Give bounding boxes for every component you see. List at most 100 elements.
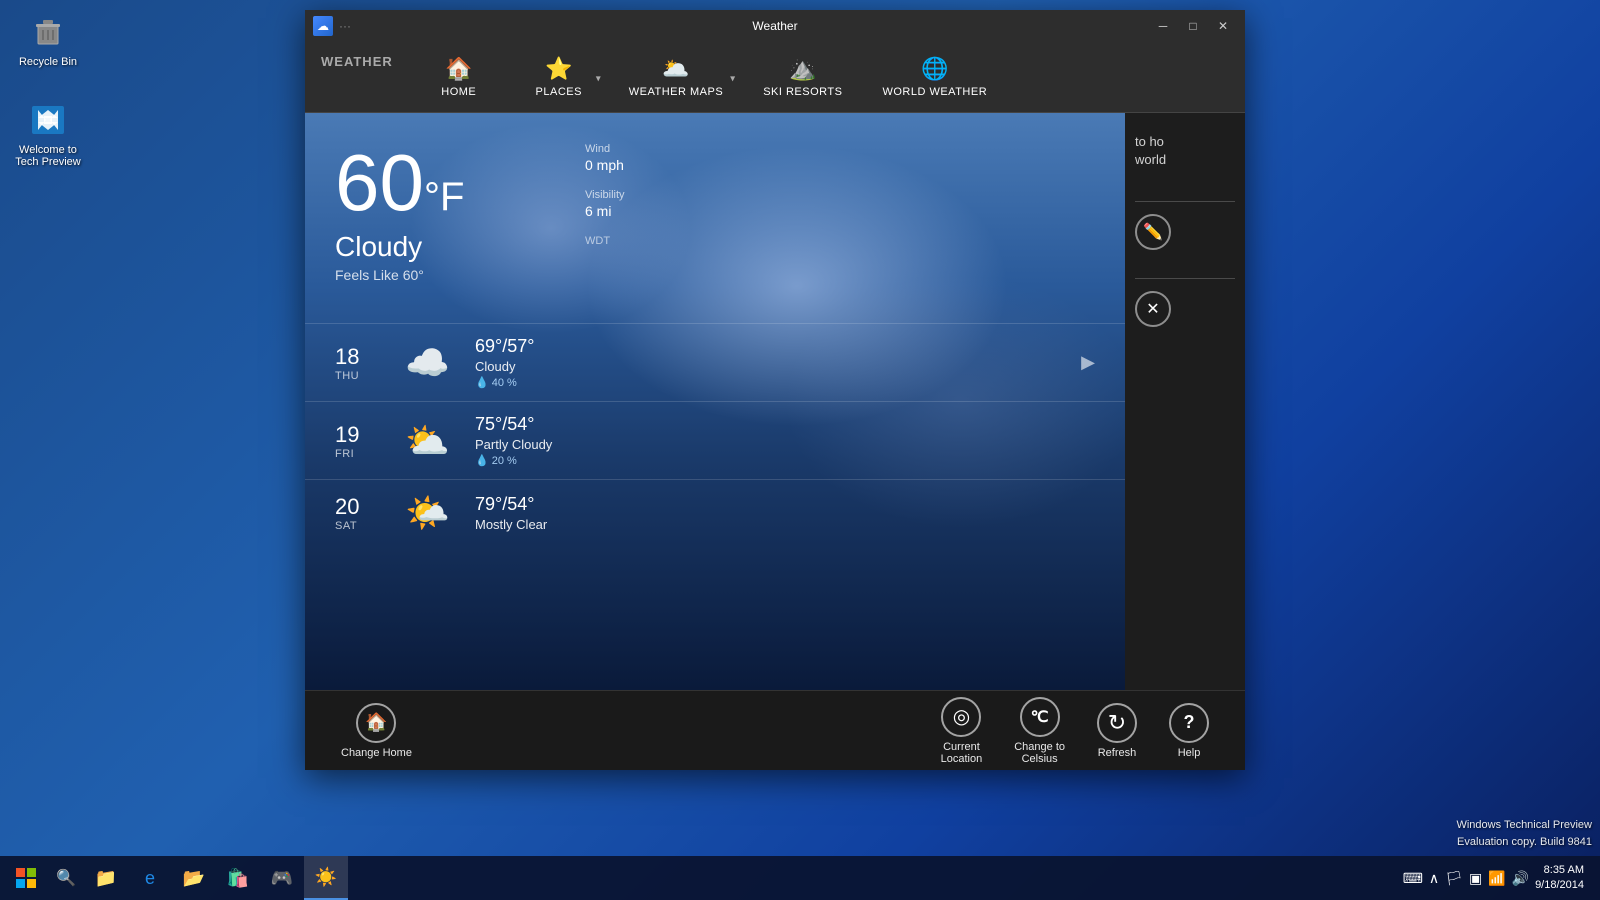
tab-home[interactable]: 🏠 HOME	[409, 46, 509, 112]
change-home-label: Change Home	[341, 747, 412, 759]
ski-resorts-icon: ⛰️	[789, 56, 816, 82]
side-panel: to howorld ✏️ ✕	[1125, 113, 1245, 690]
help-icon: ?	[1169, 703, 1209, 743]
monitor-icon: ▣	[1469, 870, 1482, 887]
visibility-detail: Visibility 6 mi	[585, 189, 625, 219]
close-side-icon: ✕	[1135, 291, 1171, 327]
forecast-temps-sat: 79°/54° Mostly Clear	[475, 494, 1095, 532]
day-num-sat: 20	[335, 494, 395, 520]
weather-source: WDT	[585, 235, 625, 247]
nav-bar: WEATHER 🏠 HOME ⭐ PLACES ▾ 🌥️ WEATHER MAP…	[305, 42, 1245, 113]
current-location-button[interactable]: ◎ CurrentLocation	[925, 697, 999, 765]
taskbar-file-explorer[interactable]: 📁	[84, 856, 128, 900]
temperature-unit: °F	[424, 175, 464, 219]
refresh-label: Refresh	[1098, 747, 1137, 759]
precip-thu: 💧 40 %	[475, 376, 1081, 389]
keyboard-icon: ⌨	[1403, 870, 1423, 887]
desktop-icon-welcome[interactable]: Welcome to Tech Preview	[8, 96, 88, 172]
ie-icon: e	[145, 868, 155, 889]
visibility-label: Visibility	[585, 189, 625, 201]
precip-fri: 💧 20 %	[475, 454, 1095, 467]
help-button[interactable]: ? Help	[1153, 703, 1225, 759]
taskbar-ie[interactable]: e	[128, 856, 172, 900]
store-icon: 🛍️	[227, 868, 249, 889]
tab-places[interactable]: ⭐ PLACES ▾	[509, 46, 609, 112]
condition-sat: Mostly Clear	[475, 517, 1095, 532]
weather-maps-dropdown-arrow: ▾	[730, 74, 735, 85]
taskbar-folder[interactable]: 📂	[172, 856, 216, 900]
temperature-display: 60°F	[335, 143, 1095, 223]
tab-world-weather[interactable]: 🌐 WORLD WEATHER	[862, 46, 1007, 112]
forecast-temps-fri: 75°/54° Partly Cloudy 💧 20 %	[475, 414, 1095, 467]
taskbar-games[interactable]: 🎮	[260, 856, 304, 900]
window-controls: ─ □ ✕	[1149, 16, 1237, 36]
refresh-button[interactable]: ↻ Refresh	[1081, 703, 1153, 759]
world-weather-icon: 🌐	[921, 56, 948, 82]
maximize-button[interactable]: □	[1179, 16, 1207, 36]
time-display: 8:35 AM 9/18/2014	[1535, 863, 1584, 894]
flag-icon: 🏳	[1445, 870, 1463, 887]
forecast-icon-sat: 🌤️	[405, 492, 465, 534]
tab-weather-maps[interactable]: 🌥️ WEATHER MAPS ▾	[609, 46, 743, 112]
taskbar-weather-app[interactable]: ☀️	[304, 856, 348, 900]
forecast-row-sat: 20 SAT 🌤️ 79°/54° Mostly Clear	[305, 479, 1125, 546]
change-home-button[interactable]: 🏠 Change Home	[325, 703, 428, 759]
current-weather: 60°F Cloudy Feels Like 60°	[305, 113, 1125, 303]
side-action-edit[interactable]: ✏️	[1135, 214, 1235, 250]
tab-ski-resorts-label: SKI RESORTS	[763, 86, 842, 98]
welcome-label: Welcome to Tech Preview	[15, 144, 80, 168]
search-button[interactable]: 🔍	[48, 860, 84, 896]
side-divider-1	[1135, 201, 1235, 202]
current-location-icon: ◎	[941, 697, 981, 737]
day-name-sat: SAT	[335, 520, 395, 532]
forecast-icon-fri: ⛅	[405, 420, 465, 462]
weather-panel: 60°F Cloudy Feels Like 60° Wind 0 mph Vi…	[305, 113, 1125, 690]
forecast-icon-thu: ☁️	[405, 342, 465, 384]
nav-label: WEATHER	[305, 46, 409, 85]
forecast-row-thu: 18 THU ☁️ 69°/57° Cloudy 💧 40 % ▶	[305, 323, 1125, 401]
visibility-value: 6 mi	[585, 203, 625, 219]
recycle-bin-icon	[28, 12, 68, 52]
weather-details: Wind 0 mph Visibility 6 mi WDT	[585, 143, 625, 247]
weather-condition: Cloudy	[335, 231, 1095, 263]
start-button[interactable]	[4, 856, 48, 900]
low-fri: 54°	[507, 414, 534, 434]
feels-like: Feels Like 60°	[335, 267, 1095, 283]
refresh-icon: ↻	[1097, 703, 1137, 743]
wind-label: Wind	[585, 143, 625, 155]
window-title: Weather	[752, 19, 797, 33]
tab-ski-resorts[interactable]: ⛰️ SKI RESORTS	[743, 46, 862, 112]
forecast-date-fri: 19 FRI	[335, 422, 395, 460]
volume-icon: 🔊	[1512, 870, 1529, 887]
win-notice-line1: Windows Technical Preview	[1456, 817, 1592, 834]
play-button-thu[interactable]: ▶	[1081, 352, 1095, 373]
day-name-fri: FRI	[335, 448, 395, 460]
minimize-button[interactable]: ─	[1149, 16, 1177, 36]
games-icon: 🎮	[271, 868, 293, 889]
taskbar-store[interactable]: 🛍️	[216, 856, 260, 900]
chevron-up-icon[interactable]: ∧	[1429, 870, 1439, 887]
wind-value: 0 mph	[585, 157, 625, 173]
change-home-icon: 🏠	[356, 703, 396, 743]
weather-maps-icon: 🌥️	[662, 56, 689, 82]
bottom-bar: 🏠 Change Home ◎ CurrentLocation ℃ Change…	[305, 690, 1245, 770]
weather-app-icon: ☀️	[315, 867, 337, 888]
temp-range-thu: 69°/57°	[475, 336, 1081, 357]
day-name-thu: THU	[335, 370, 395, 382]
recycle-bin-label: Recycle Bin	[19, 56, 77, 68]
side-text: to howorld	[1135, 133, 1235, 169]
change-celsius-button[interactable]: ℃ Change toCelsius	[998, 697, 1081, 765]
forecast-row-fri: 19 FRI ⛅ 75°/54° Partly Cloudy 💧 20 %	[305, 401, 1125, 479]
change-celsius-label: Change toCelsius	[1014, 741, 1065, 765]
current-location-label: CurrentLocation	[941, 741, 983, 765]
close-button[interactable]: ✕	[1209, 16, 1237, 36]
weather-window: ☁ ··· Weather ─ □ ✕ WEATHER 🏠 HOME ⭐ PLA…	[305, 10, 1245, 770]
side-action-close[interactable]: ✕	[1135, 291, 1235, 327]
clock-date: 9/18/2014	[1535, 878, 1584, 893]
win-notice-line2: Evaluation copy. Build 9841	[1456, 834, 1592, 851]
help-label: Help	[1178, 747, 1201, 759]
win-notice: Windows Technical Preview Evaluation cop…	[1456, 817, 1592, 850]
day-num-fri: 19	[335, 422, 395, 448]
desktop-icon-recycle-bin[interactable]: Recycle Bin	[8, 8, 88, 72]
forecast-date-sat: 20 SAT	[335, 494, 395, 532]
